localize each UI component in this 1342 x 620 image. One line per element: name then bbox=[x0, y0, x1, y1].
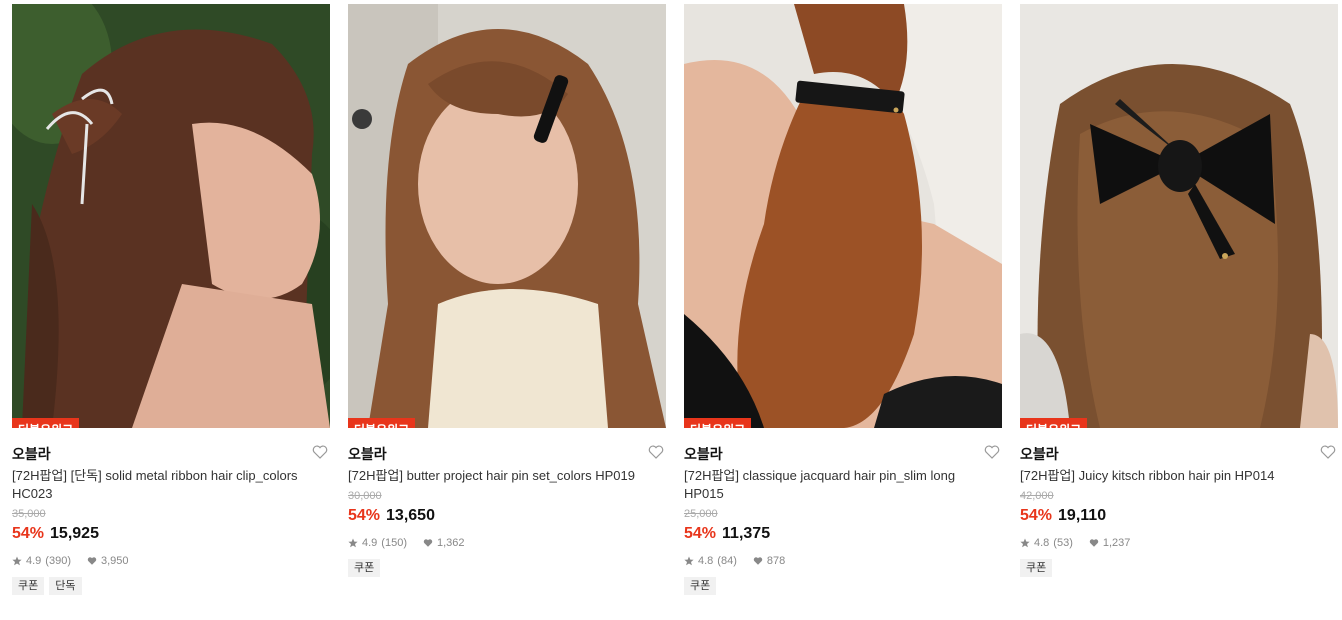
like-count: 1,237 bbox=[1102, 537, 1131, 549]
tag-list: 쿠폰 bbox=[348, 559, 666, 577]
product-card[interactable]: 더블유위크 오블라 [72H팝업] [단독] solid metal ribbo… bbox=[12, 4, 330, 595]
heart-icon[interactable] bbox=[648, 444, 664, 460]
star-icon bbox=[684, 556, 694, 566]
heart-icon[interactable] bbox=[1320, 444, 1336, 460]
brand-name[interactable]: 오블라 bbox=[348, 444, 387, 464]
brand-name[interactable]: 오블라 bbox=[1020, 444, 1059, 464]
sale-price: 15,925 bbox=[50, 525, 99, 542]
brand-row: 오블라 bbox=[348, 441, 666, 467]
product-card[interactable]: 더블유위크 오블라 [72H팝업] butter project hair pi… bbox=[348, 4, 666, 577]
event-badge: 더블유위크 bbox=[12, 418, 80, 428]
product-title[interactable]: [72H팝업] classique jacquard hair pin_slim… bbox=[684, 467, 996, 503]
brand-name[interactable]: 오블라 bbox=[684, 444, 723, 464]
woman-with-silver-ribbon-hair-clip-image bbox=[12, 4, 330, 428]
product-title[interactable]: [72H팝업] butter project hair pin set_colo… bbox=[348, 467, 660, 485]
review-count: (390) bbox=[45, 555, 71, 567]
heart-filled-icon bbox=[753, 557, 763, 565]
review-count: (84) bbox=[717, 555, 737, 567]
ponytail-with-black-jacquard-pin-image bbox=[684, 4, 1002, 428]
heart-icon[interactable] bbox=[984, 444, 1000, 460]
like-count: 878 bbox=[766, 555, 786, 567]
price-row: 54% 19,110 bbox=[1020, 505, 1338, 527]
original-price: 25,000 bbox=[684, 508, 718, 520]
coupon-tag[interactable]: 쿠폰 bbox=[12, 577, 45, 595]
brand-row: 오블라 bbox=[12, 441, 330, 467]
sale-price: 13,650 bbox=[386, 507, 435, 524]
event-badge: 더블유위크 bbox=[348, 418, 416, 428]
brand-name[interactable]: 오블라 bbox=[12, 444, 51, 464]
hair-with-black-ribbon-bow-image bbox=[1020, 4, 1338, 428]
star-icon bbox=[1020, 538, 1030, 548]
product-image[interactable]: 더블유위크 bbox=[1020, 4, 1338, 428]
star-icon bbox=[348, 538, 358, 548]
tag-list: 쿠폰 bbox=[684, 577, 1002, 595]
rating: 4.9 bbox=[26, 555, 42, 567]
sale-price: 19,110 bbox=[1058, 507, 1107, 524]
heart-filled-icon bbox=[423, 539, 433, 547]
event-badge: 더블유위크 bbox=[684, 418, 752, 428]
price-row: 54% 15,925 bbox=[12, 523, 330, 545]
discount-rate: 54% bbox=[348, 507, 381, 524]
heart-filled-icon bbox=[87, 557, 97, 565]
product-card[interactable]: 더블유위크 오블라 [72H팝업] Juicy kitsch ribbon ha… bbox=[1020, 4, 1338, 577]
rating: 4.8 bbox=[1034, 537, 1050, 549]
rating: 4.8 bbox=[698, 555, 714, 567]
heart-filled-icon bbox=[1089, 539, 1099, 547]
price-row: 54% 11,375 bbox=[684, 523, 1002, 545]
product-image[interactable]: 더블유위크 bbox=[12, 4, 330, 428]
discount-rate: 54% bbox=[684, 525, 717, 542]
discount-rate: 54% bbox=[1020, 507, 1053, 524]
star-icon bbox=[12, 556, 22, 566]
sale-price: 11,375 bbox=[722, 525, 771, 542]
exclusive-tag[interactable]: 단독 bbox=[49, 577, 82, 595]
product-stats: 4.9 (150) 1,362 bbox=[348, 535, 666, 551]
heart-icon[interactable] bbox=[312, 444, 328, 460]
product-stats: 4.8 (84) 878 bbox=[684, 553, 1002, 569]
brand-row: 오블라 bbox=[1020, 441, 1338, 467]
original-price: 30,000 bbox=[348, 490, 382, 502]
coupon-tag[interactable]: 쿠폰 bbox=[348, 559, 381, 577]
tag-list: 쿠폰 bbox=[1020, 559, 1338, 577]
product-grid: 더블유위크 오블라 [72H팝업] [단독] solid metal ribbo… bbox=[0, 0, 1342, 620]
tag-list: 쿠폰 단독 bbox=[12, 577, 330, 595]
review-count: (53) bbox=[1053, 537, 1073, 549]
discount-rate: 54% bbox=[12, 525, 45, 542]
like-count: 1,362 bbox=[436, 537, 465, 549]
brand-row: 오블라 bbox=[684, 441, 1002, 467]
review-count: (150) bbox=[381, 537, 407, 549]
product-title[interactable]: [72H팝업] Juicy kitsch ribbon hair pin HP0… bbox=[1020, 467, 1332, 485]
price-row: 54% 13,650 bbox=[348, 505, 666, 527]
original-price: 35,000 bbox=[12, 508, 46, 520]
rating: 4.9 bbox=[362, 537, 378, 549]
product-stats: 4.8 (53) 1,237 bbox=[1020, 535, 1338, 551]
woman-with-black-hair-pin-image bbox=[348, 4, 666, 428]
product-image[interactable]: 더블유위크 bbox=[684, 4, 1002, 428]
coupon-tag[interactable]: 쿠폰 bbox=[1020, 559, 1053, 577]
like-count: 3,950 bbox=[100, 555, 129, 567]
coupon-tag[interactable]: 쿠폰 bbox=[684, 577, 717, 595]
product-stats: 4.9 (390) 3,950 bbox=[12, 553, 330, 569]
product-image[interactable]: 더블유위크 bbox=[348, 4, 666, 428]
event-badge: 더블유위크 bbox=[1020, 418, 1088, 428]
original-price: 42,000 bbox=[1020, 490, 1054, 502]
product-card[interactable]: 더블유위크 오블라 [72H팝업] classique jacquard hai… bbox=[684, 4, 1002, 595]
product-title[interactable]: [72H팝업] [단독] solid metal ribbon hair cli… bbox=[12, 467, 324, 503]
